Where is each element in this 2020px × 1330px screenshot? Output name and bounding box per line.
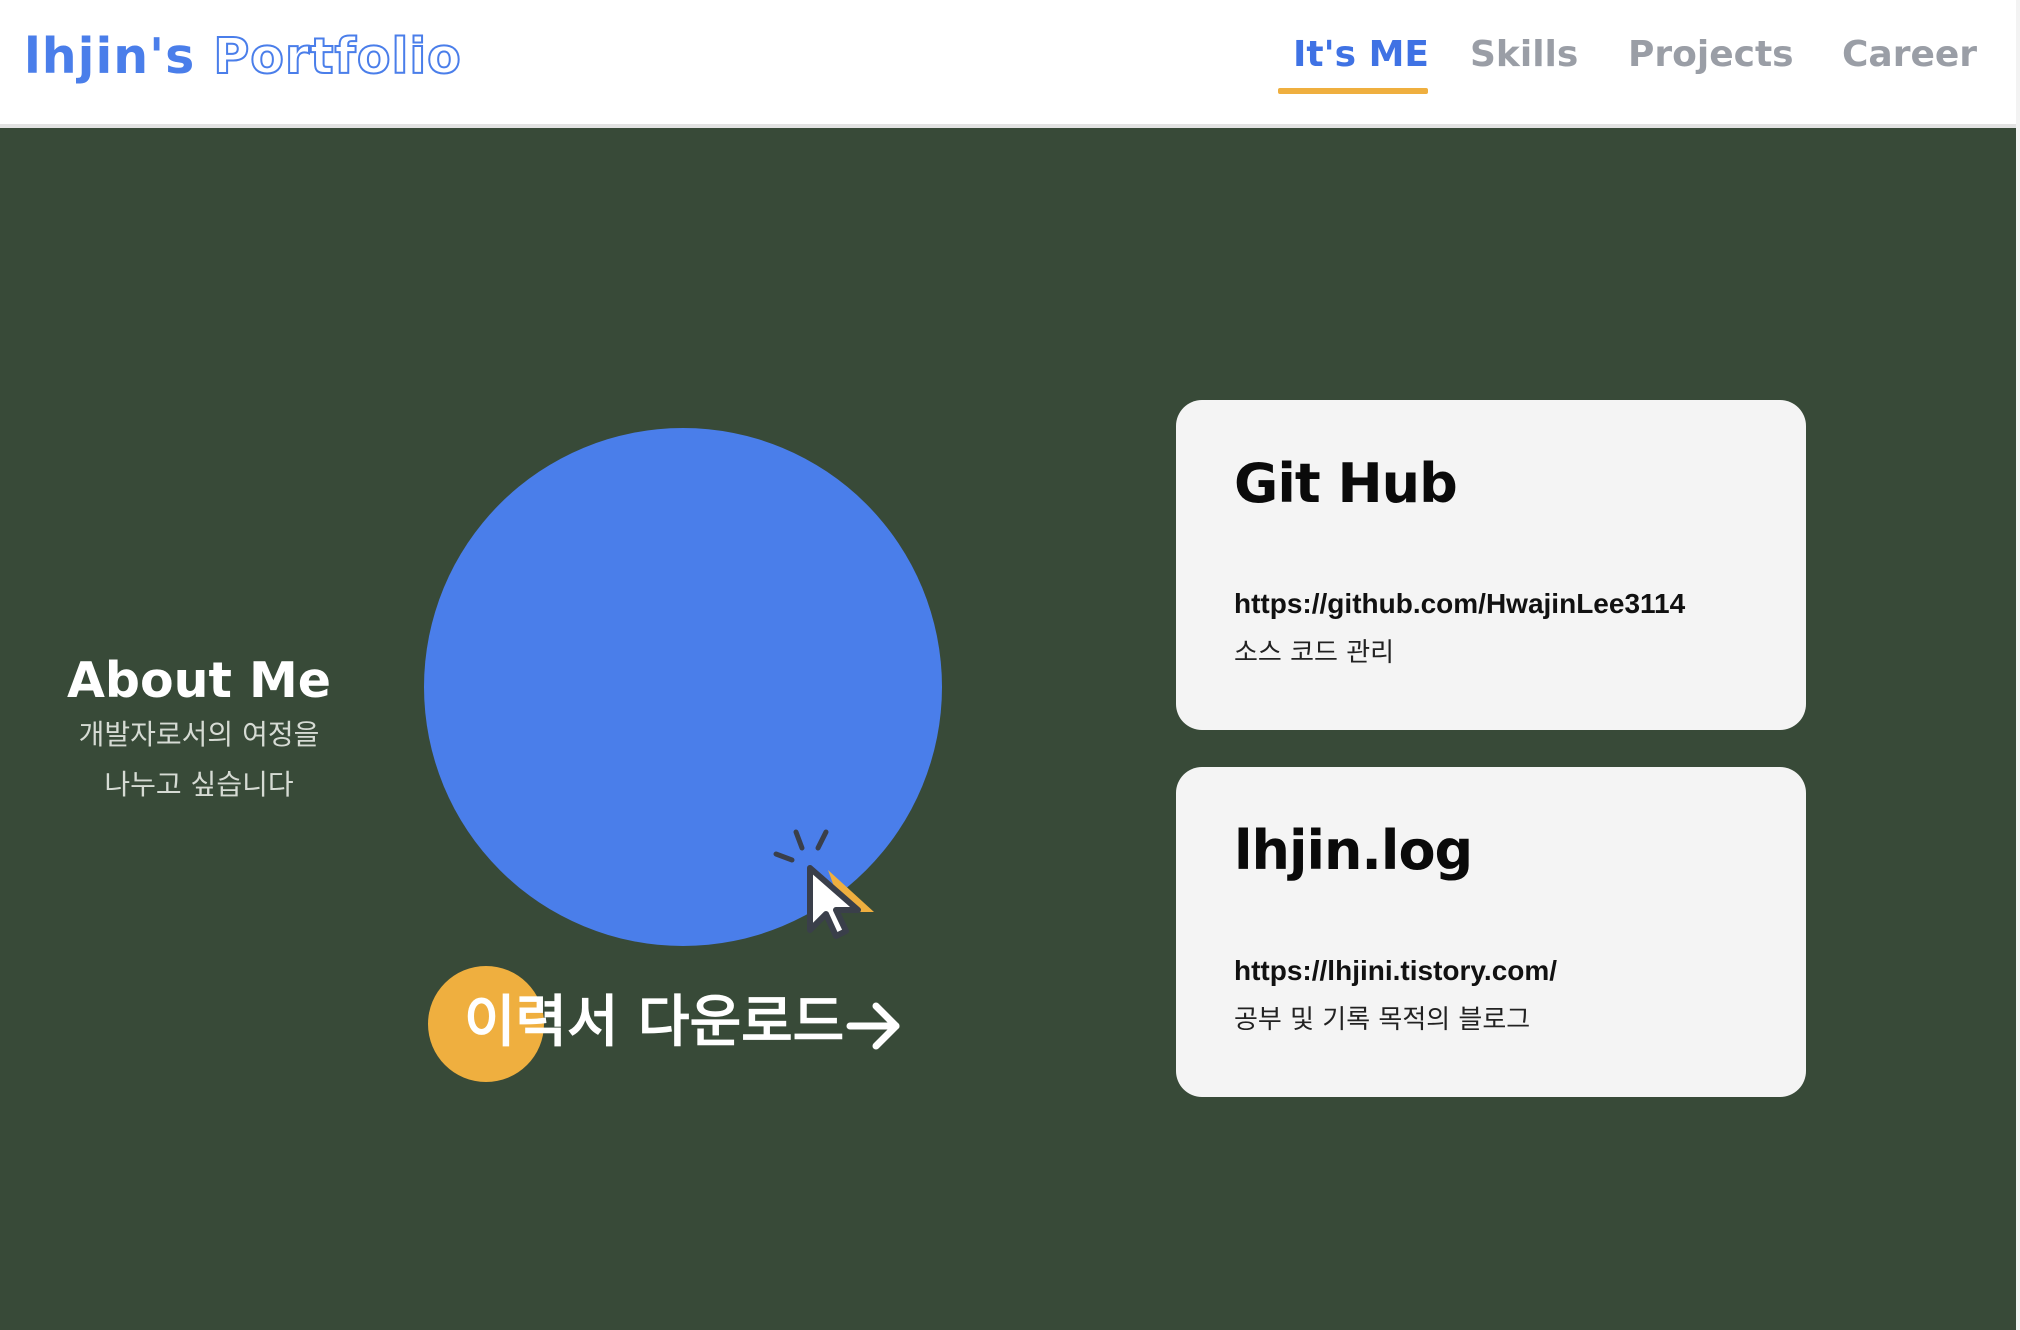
header: lhjin's Portfolio It's ME Skills Project… (0, 0, 2016, 128)
card-title: Git Hub (1234, 452, 1458, 515)
card-description: 소스 코드 관리 (1234, 638, 1395, 668)
card-link[interactable]: https://github.com/HwajinLee3114 (1234, 588, 1685, 620)
nav-skills[interactable]: Skills (1470, 34, 1578, 75)
click-cursor-icon (773, 829, 874, 939)
resume-download-button[interactable]: 이력서 다운로드 (428, 966, 908, 1084)
logo-outline-text: Portfolio (212, 27, 462, 86)
card-link[interactable]: https://lhjini.tistory.com/ (1234, 955, 1557, 987)
download-label: 이력서 다운로드 (464, 990, 845, 1055)
blog-card[interactable]: lhjin.log https://lhjini.tistory.com/ 공부… (1176, 767, 1806, 1097)
scrollbar[interactable] (2016, 0, 2020, 1330)
nav-its-me[interactable]: It's ME (1293, 34, 1429, 75)
card-description: 공부 및 기록 목적의 블로그 (1234, 1005, 1531, 1035)
card-title: lhjin.log (1234, 819, 1473, 882)
about-subtitle-line1: 개발자로서의 여정을 (78, 718, 320, 751)
nav-active-underline (1278, 88, 1428, 94)
nav-career[interactable]: Career (1842, 34, 1977, 75)
github-card[interactable]: Git Hub https://github.com/HwajinLee3114… (1176, 400, 1806, 730)
logo-main-text: lhjin's (24, 28, 196, 85)
nav-projects[interactable]: Projects (1628, 34, 1794, 75)
about-subtitle-line2: 나누고 싶습니다 (104, 768, 294, 801)
about-section: About Me 개발자로서의 여정을 나누고 싶습니다 (40, 652, 358, 810)
arrow-right-icon (846, 1002, 900, 1050)
about-title: About Me (66, 652, 332, 709)
site-logo[interactable]: lhjin's Portfolio (24, 27, 462, 86)
